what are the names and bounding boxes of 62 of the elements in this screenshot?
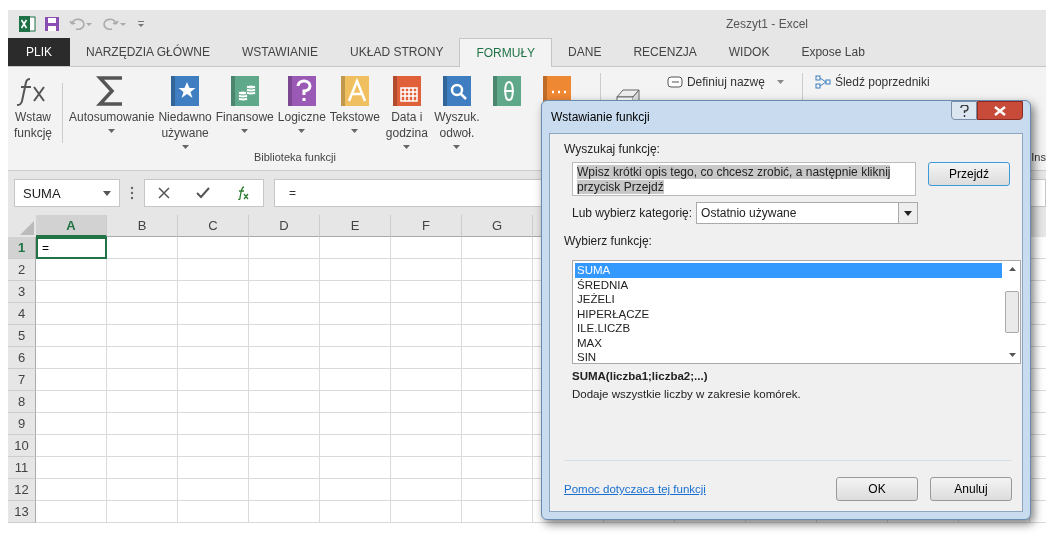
- dialog-title: Wstawianie funkcji: [551, 110, 650, 124]
- ribbon-tab[interactable]: RECENZJA: [617, 38, 713, 66]
- ribbon-tab[interactable]: NARZĘDZIA GŁÓWNE: [70, 38, 227, 66]
- ok-button[interactable]: OK: [836, 477, 918, 501]
- ribbon-button[interactable]: Logiczne: [275, 73, 328, 133]
- function-item[interactable]: HIPERŁĄCZE: [575, 306, 1002, 321]
- column-header[interactable]: A: [36, 215, 107, 237]
- function-list-label: Wybierz funkcję:: [564, 234, 653, 248]
- row-header[interactable]: 4: [8, 303, 36, 325]
- ribbon-button[interactable]: Finansowe: [213, 73, 276, 133]
- ribbon-button[interactable]: Niedawno używane: [156, 73, 214, 149]
- function-signature: SUMA(liczba1;liczba2;...): [572, 370, 709, 382]
- row-header[interactable]: 3: [8, 281, 36, 303]
- row-header[interactable]: 5: [8, 325, 36, 347]
- go-button[interactable]: Przejdź: [928, 162, 1010, 186]
- ribbon-button[interactable]: Data i godzina: [381, 73, 432, 149]
- trace-precedents-button[interactable]: Śledź poprzedniki: [814, 73, 930, 91]
- column-header[interactable]: F: [391, 215, 462, 237]
- row-header[interactable]: 12: [8, 479, 36, 501]
- cancel-button[interactable]: Anuluj: [930, 477, 1012, 501]
- search-label: Wyszukaj funkcję:: [564, 142, 661, 156]
- function-item[interactable]: JEŻELI: [575, 292, 1002, 307]
- ribbon-tab[interactable]: Expose Lab: [785, 38, 881, 66]
- name-box[interactable]: SUMA: [14, 179, 120, 207]
- row-header[interactable]: 2: [8, 259, 36, 281]
- function-item[interactable]: SIN: [575, 350, 1002, 365]
- row-header[interactable]: 13: [8, 501, 36, 523]
- group-label: Biblioteka funkcji: [253, 151, 336, 163]
- row-header[interactable]: 11: [8, 457, 36, 479]
- ribbon-label: Ins: [1031, 151, 1046, 163]
- ribbon-tab[interactable]: UKŁAD STRONY: [334, 38, 460, 66]
- column-header[interactable]: E: [320, 215, 391, 237]
- ribbon-tab[interactable]: WIDOK: [712, 38, 786, 66]
- column-header[interactable]: G: [462, 215, 533, 237]
- ribbon-button[interactable]: Wstaw funkcję: [8, 73, 58, 141]
- help-link[interactable]: Pomoc dotyczaca tej funkcji: [564, 483, 706, 495]
- function-item[interactable]: ŚREDNIA: [575, 277, 1002, 292]
- column-header[interactable]: B: [107, 215, 178, 237]
- category-label: Lub wybierz kategorię:: [572, 206, 693, 220]
- row-header[interactable]: 6: [8, 347, 36, 369]
- ribbon-tab[interactable]: FORMUŁY: [459, 38, 553, 67]
- window-title: Zeszyt1 - Excel: [726, 17, 809, 31]
- column-header[interactable]: D: [249, 215, 320, 237]
- row-header[interactable]: 9: [8, 413, 36, 435]
- define-name-button[interactable]: Definiuj nazwę: [666, 73, 784, 91]
- active-cell[interactable]: =: [36, 237, 107, 259]
- category-dropdown[interactable]: Ostatnio używane: [696, 202, 919, 224]
- ribbon-tab[interactable]: DANE: [552, 38, 618, 66]
- row-header[interactable]: 7: [8, 369, 36, 391]
- function-item[interactable]: MAX: [575, 335, 1002, 350]
- ribbon-button[interactable]: Autosumowanie: [67, 73, 157, 133]
- ribbon-tab[interactable]: WSTAWIANIE: [226, 38, 335, 66]
- function-item[interactable]: ILE.LICZB: [575, 321, 1002, 336]
- row-header[interactable]: 8: [8, 391, 36, 413]
- search-field[interactable]: Wpisz krótki opis tego, co chcesz zrobić, a następnie kliknij przycisk Przejdź: [572, 162, 916, 196]
- ribbon-tab[interactable]: PLIK: [8, 38, 70, 66]
- row-header[interactable]: 1: [8, 237, 36, 259]
- ribbon-button[interactable]: Tekstowe: [327, 73, 382, 133]
- row-header[interactable]: 10: [8, 435, 36, 457]
- function-description: Dodaje wszystkie liczby w zakresie komórek.: [572, 388, 802, 400]
- ribbon-button[interactable]: Wyszuk. odwoł.: [431, 73, 482, 149]
- column-header[interactable]: C: [178, 215, 249, 237]
